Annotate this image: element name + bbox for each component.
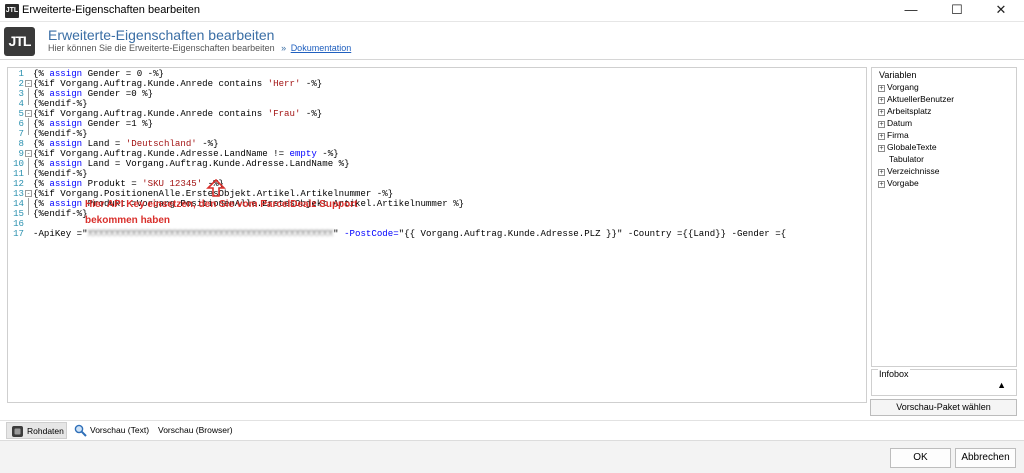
tab-label: Vorschau (Browser) xyxy=(158,425,233,435)
fold-toggle-icon[interactable]: - xyxy=(25,80,32,87)
window-title: Erweiterte-Eigenschaften bearbeiten xyxy=(22,4,200,16)
maximize-button[interactable]: ☐ xyxy=(934,0,980,21)
tab-label: Rohdaten xyxy=(27,426,64,436)
documentation-link[interactable]: Dokumentation xyxy=(291,43,352,53)
view-tabs: Rohdaten Vorschau (Text) Vorschau (Brows… xyxy=(0,420,1024,439)
fold-guide xyxy=(28,198,29,215)
expand-icon[interactable]: + xyxy=(878,97,885,104)
code-line[interactable]: 17 -ApiKey ="XXXXXXXXXXXXXXXXXXXXXXXXXXXX… xyxy=(8,228,866,239)
code-line[interactable]: 10 {% assign Land = Vorgang.Auftrag.Kunde… xyxy=(8,158,866,169)
variable-tree-item[interactable]: + Firma xyxy=(878,129,909,141)
header-subtitle-row: Hier können Sie die Erweiterte-Eigenscha… xyxy=(48,43,351,53)
code-text: {%endif-%} xyxy=(33,209,88,219)
code-token: "{{ Vorgang.Auftrag.Kunde.Adresse.PLZ }}… xyxy=(398,228,787,239)
variable-tree-item[interactable]: + GlobaleTexte xyxy=(878,141,937,153)
link-separator: » xyxy=(281,43,287,53)
expand-icon[interactable]: + xyxy=(878,133,885,140)
code-token: 'Frau' xyxy=(267,108,301,119)
variable-tree-item[interactable]: + Verzeichnisse xyxy=(878,165,939,177)
header-title: Erweiterte-Eigenschaften bearbeiten xyxy=(48,27,275,43)
redacted-api-key: XXXXXXXXXXXXXXXXXXXXXXXXXXXXXXXXXXXXXXXX… xyxy=(87,228,334,239)
code-token: Land = Vorgang.Auftrag.Kunde.Adresse.Lan… xyxy=(82,158,350,169)
variable-tree-item[interactable]: + Vorgang xyxy=(878,81,919,93)
code-editor[interactable]: 1 {% assign Gender = 0 -%} 2- {%if Vorgang.… xyxy=(7,67,867,403)
variable-label: Datum xyxy=(887,118,913,128)
jtl-logo: JTL xyxy=(4,27,35,56)
close-button[interactable]: ✕ xyxy=(978,0,1024,21)
variable-tree-item[interactable]: + Arbeitsplatz xyxy=(878,105,931,117)
fold-guide xyxy=(28,118,29,135)
fold-toggle-icon[interactable]: - xyxy=(25,190,32,197)
variables-legend: Variablen xyxy=(878,70,918,80)
expand-icon[interactable]: + xyxy=(878,169,885,176)
variable-tree-item[interactable]: Tabulator xyxy=(878,153,924,165)
code-token: -ApiKey =" xyxy=(33,228,88,239)
ok-button[interactable]: OK xyxy=(890,448,951,468)
magnifier-icon xyxy=(74,424,87,437)
code-token: Gender =0 %} xyxy=(82,88,154,99)
expand-icon[interactable]: + xyxy=(878,109,885,116)
expand-icon[interactable]: + xyxy=(878,181,885,188)
app-icon: JTL xyxy=(5,4,19,18)
variable-tree-item[interactable]: + AktuellerBenutzer xyxy=(878,93,954,105)
cancel-button[interactable]: Abbrechen xyxy=(955,448,1016,468)
variable-label: Arbeitsplatz xyxy=(887,106,932,116)
title-bar: JTL Erweiterte-Eigenschaften bearbeiten … xyxy=(0,0,1024,22)
code-line[interactable]: 3 {% assign Gender =0 %} xyxy=(8,88,866,99)
tab-preview-text[interactable]: Vorschau (Text) xyxy=(70,422,152,439)
expand-icon[interactable]: + xyxy=(878,85,885,92)
api-key-annotation: Hier API Key einsetzen, den Sie vom Parc… xyxy=(85,197,385,229)
variable-label: Vorgabe xyxy=(887,178,919,188)
tab-preview-browser[interactable]: Vorschau (Browser) xyxy=(155,422,235,439)
annotation-line-2: bekommen haben xyxy=(85,215,171,226)
expand-icon[interactable]: + xyxy=(878,121,885,128)
code-token: 'Herr' xyxy=(267,78,301,89)
up-arrow-icon xyxy=(206,179,226,197)
expand-icon[interactable]: + xyxy=(878,145,885,152)
code-token: -%} xyxy=(300,108,323,119)
dialog-footer: OK Abbrechen xyxy=(0,440,1024,473)
variable-label: Firma xyxy=(887,130,909,140)
infobox-legend: Infobox xyxy=(878,369,910,379)
minimize-button[interactable]: — xyxy=(888,0,934,21)
variable-label: GlobaleTexte xyxy=(887,142,937,152)
annotation-line-1: Hier API Key einsetzen, den Sie vom Parc… xyxy=(85,199,358,210)
code-text: -ApiKey ="XXXXXXXXXXXXXXXXXXXXXXXXXXXXXX… xyxy=(33,229,786,239)
variable-label: Vorgang xyxy=(887,82,919,92)
variable-tree-item[interactable]: + Datum xyxy=(878,117,912,129)
raw-data-icon xyxy=(12,426,23,437)
fold-guide xyxy=(28,158,29,175)
infobox-toggle-icon[interactable]: ▲ xyxy=(997,380,1006,390)
tab-label: Vorschau (Text) xyxy=(90,425,150,435)
variable-label: Tabulator xyxy=(889,154,924,164)
variable-label: Verzeichnisse xyxy=(887,166,940,176)
line-number: 17 xyxy=(13,228,24,239)
select-preview-package-button[interactable]: Vorschau-Paket wählen xyxy=(870,399,1017,416)
code-line[interactable]: 6 {% assign Gender =1 %} xyxy=(8,118,866,129)
infobox-panel: Infobox ▲ xyxy=(871,369,1017,396)
tab-rohdaten[interactable]: Rohdaten xyxy=(6,422,67,439)
code-token: -PostCode= xyxy=(344,228,399,239)
variables-panel: Variablen + Vorgang + AktuellerBenutzer + Arb… xyxy=(871,67,1017,367)
dialog-header: JTL Erweiterte-Eigenschaften bearbeiten … xyxy=(0,22,1024,60)
code-token: {%endif-%} xyxy=(33,208,88,219)
variable-tree-item[interactable]: + Vorgabe xyxy=(878,177,919,189)
code-token: -%} xyxy=(300,78,323,89)
fold-toggle-icon[interactable]: - xyxy=(25,150,32,157)
fold-toggle-icon[interactable]: - xyxy=(25,110,32,117)
code-token: Gender =1 %} xyxy=(82,118,154,129)
code-token: " xyxy=(333,228,345,239)
variable-label: AktuellerBenutzer xyxy=(887,94,955,104)
fold-guide xyxy=(28,88,29,105)
header-subtitle: Hier können Sie die Erweiterte-Eigenscha… xyxy=(48,43,275,53)
